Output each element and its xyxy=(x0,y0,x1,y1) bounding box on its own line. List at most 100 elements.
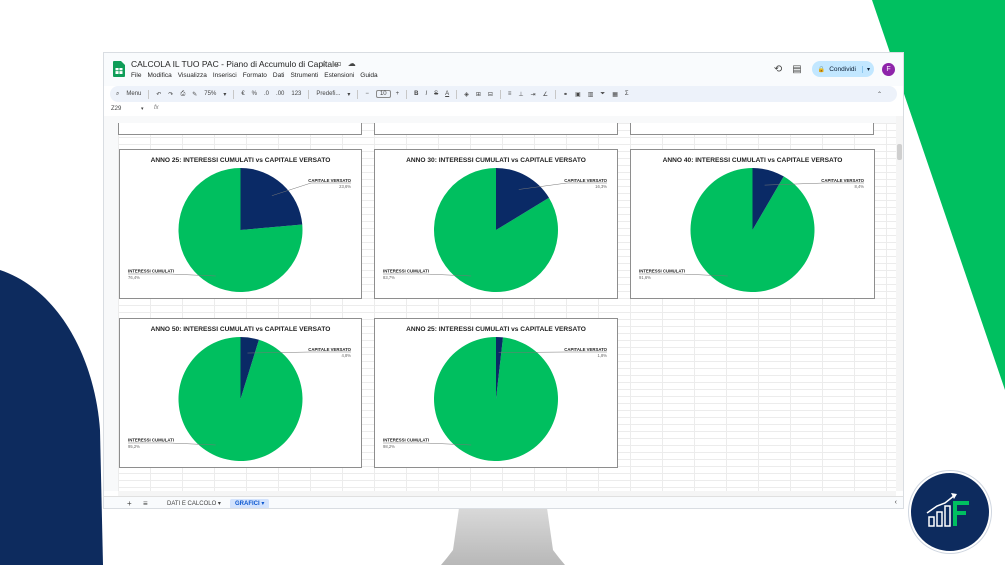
font-size-increase[interactable]: + xyxy=(396,91,400,97)
share-button[interactable]: 🔒 Condividi ▾ xyxy=(811,61,874,77)
strikethrough-button[interactable]: S xyxy=(434,91,438,97)
pie-chart: CAPITALE VERSATO23,6% INTERESSI CUMULATI7… xyxy=(128,168,352,292)
filter-views-icon[interactable]: ▦ xyxy=(612,91,618,98)
menu-visualizza[interactable]: Visualizza xyxy=(178,72,207,79)
menu-modifica[interactable]: Modifica xyxy=(147,72,171,79)
link-icon[interactable]: ⚭ xyxy=(563,91,568,98)
menu-bar: File Modifica Visualizza Inserisci Formato Da… xyxy=(131,72,384,79)
slice-percent: 91,6% xyxy=(639,275,651,280)
font-size-input[interactable]: 10 xyxy=(375,90,391,98)
cloud-icon[interactable]: ☁ xyxy=(348,59,356,68)
chevron-down-icon[interactable]: ▾ xyxy=(861,65,870,73)
tab-label: DATI E CALCOLO xyxy=(167,501,217,507)
chart-card[interactable]: CAPITALE VERSATO 8,4% INTERESSI CUMULATI 91… xyxy=(630,149,875,299)
menu-formato[interactable]: Formato xyxy=(243,72,267,79)
slice-label: INTERESSI CUMULATI xyxy=(128,269,174,274)
valign-icon[interactable]: ⊥ xyxy=(518,91,523,98)
currency-format-button[interactable]: € xyxy=(241,91,244,97)
vertical-scrollbar[interactable] xyxy=(896,116,903,491)
monitor-stand xyxy=(441,508,565,565)
avatar[interactable]: F xyxy=(882,62,895,76)
add-sheet-button[interactable]: + xyxy=(127,499,132,508)
tab-grafici[interactable]: GRAFICI ▾ xyxy=(230,499,270,508)
slice-label: INTERESSI CUMULATI xyxy=(128,438,174,443)
chevron-down-icon[interactable]: ▾ xyxy=(141,106,144,112)
slice-label: CAPITALE VERSATO xyxy=(821,178,864,183)
chevron-down-icon[interactable]: ▾ xyxy=(347,91,350,98)
zoom-select[interactable]: 75% xyxy=(204,91,216,97)
all-sheets-button[interactable]: ≡ xyxy=(143,499,148,508)
decrease-decimals-button[interactable]: .0 xyxy=(264,91,269,97)
search-icon[interactable]: ⌕ xyxy=(116,91,119,98)
functions-icon[interactable]: Σ xyxy=(625,91,629,97)
folder-icon[interactable]: ▭ xyxy=(334,59,342,68)
number-format-button[interactable]: 123 xyxy=(291,91,301,97)
text-color-button[interactable]: A xyxy=(445,91,449,97)
history-icon[interactable]: ⟲ xyxy=(774,64,782,75)
slice-percent: 76,4% xyxy=(128,275,140,280)
percent-format-button[interactable]: % xyxy=(252,91,257,97)
slice-percent: 4,8% xyxy=(341,353,351,358)
tab-dati-e-calcolo[interactable]: DATI E CALCOLO ▾ xyxy=(162,499,226,508)
chart-card[interactable]: CAPITALE VERSATO 4,8% INTERESSI CUMULATI 95… xyxy=(119,318,362,468)
menu-guida[interactable]: Guida xyxy=(360,72,377,79)
menu-file[interactable]: File xyxy=(131,72,141,79)
chart-card[interactable]: CAPITALE VERSATO 1,8% INTERESSI CUMULATI 98… xyxy=(374,318,618,468)
redo-icon[interactable]: ↷ xyxy=(168,91,173,98)
document-title[interactable]: CALCOLA IL TUO PAC - Piano di Accumulo d… xyxy=(131,59,339,69)
pie-chart: CAPITALE VERSATO1,8% INTERESSI CUMULATI98… xyxy=(383,337,608,461)
slice-label: INTERESSI CUMULATI xyxy=(639,269,685,274)
pie-slice-capitale[interactable] xyxy=(240,168,303,230)
chart-card-partial xyxy=(374,123,618,135)
fill-color-icon[interactable]: ◈ xyxy=(464,91,469,98)
slice-percent: 1,8% xyxy=(597,353,607,358)
fx-icon: fx xyxy=(154,105,159,111)
menu-strumenti[interactable]: Strumenti xyxy=(290,72,318,79)
comment-icon[interactable]: ▤ xyxy=(792,64,801,75)
merge-cells-icon[interactable]: ⊟ xyxy=(488,91,493,98)
paint-format-icon[interactable]: ✎ xyxy=(192,91,197,98)
chart-icon[interactable]: ▥ xyxy=(588,91,594,98)
slice-percent: 8,4% xyxy=(854,184,864,189)
slice-label: INTERESSI CUMULATI xyxy=(383,269,429,274)
chart-card[interactable]: CAPITALE VERSATO 16,3% INTERESSI CUMULATI 8… xyxy=(374,149,618,299)
filter-icon[interactable]: ⏷ xyxy=(600,91,605,98)
chart-title: ANNO 25: INTERESSI CUMULATI vs CAPITALE … xyxy=(150,157,331,164)
slice-percent: 98,2% xyxy=(383,444,395,449)
italic-button[interactable]: I xyxy=(425,91,427,97)
align-icon[interactable]: ≡ xyxy=(508,91,512,97)
chevron-up-icon[interactable]: ⌃ xyxy=(877,91,882,98)
undo-icon[interactable]: ↶ xyxy=(156,91,161,98)
slice-percent: 95,2% xyxy=(128,444,140,449)
chart-title: ANNO 40: INTERESSI CUMULATI vs CAPITALE … xyxy=(662,157,843,164)
name-box[interactable]: Z29 xyxy=(111,106,121,112)
rotate-icon[interactable]: ∠ xyxy=(543,91,548,98)
slice-percent: 23,6% xyxy=(339,184,351,189)
slice-label: CAPITALE VERSATO xyxy=(308,347,351,352)
pie-chart: CAPITALE VERSATO8,4% INTERESSI CUMULATI91… xyxy=(639,168,865,292)
chevron-left-icon[interactable]: ‹ xyxy=(895,499,897,506)
borders-icon[interactable]: ⊞ xyxy=(476,91,481,98)
slice-label: CAPITALE VERSATO xyxy=(564,347,607,352)
bold-button[interactable]: B xyxy=(414,91,418,97)
wrap-icon[interactable]: ⇥ xyxy=(531,91,536,98)
font-select[interactable]: Predefi... xyxy=(316,91,340,97)
print-icon[interactable]: ⎙ xyxy=(180,91,185,98)
font-size-decrease[interactable]: − xyxy=(365,91,369,97)
toolbar: ⌕ Menu ↶ ↷ ⎙ ✎ 75% ▾ € % .0 .00 123 Pred… xyxy=(110,86,897,102)
chart-card[interactable]: CAPITALE VERSATO 23,6% INTERESSI CUMULATI 7… xyxy=(119,149,362,299)
slice-label: CAPITALE VERSATO xyxy=(308,178,351,183)
star-icon[interactable]: ☆ xyxy=(321,59,328,68)
chevron-down-icon[interactable]: ▾ xyxy=(223,91,226,98)
tab-label: GRAFICI xyxy=(235,501,260,507)
slice-label: CAPITALE VERSATO xyxy=(564,178,607,183)
menu-estensioni[interactable]: Estensioni xyxy=(324,72,354,79)
menu-inserisci[interactable]: Inserisci xyxy=(213,72,237,79)
increase-decimals-button[interactable]: .00 xyxy=(276,91,284,97)
slice-percent: 83,7% xyxy=(383,275,395,280)
menu-search[interactable]: Menu xyxy=(126,91,141,97)
lock-icon: 🔒 xyxy=(817,66,826,73)
pie-chart: CAPITALE VERSATO4,8% INTERESSI CUMULATI95… xyxy=(128,337,352,461)
comment-add-icon[interactable]: ▣ xyxy=(575,91,581,98)
menu-dati[interactable]: Dati xyxy=(273,72,285,79)
